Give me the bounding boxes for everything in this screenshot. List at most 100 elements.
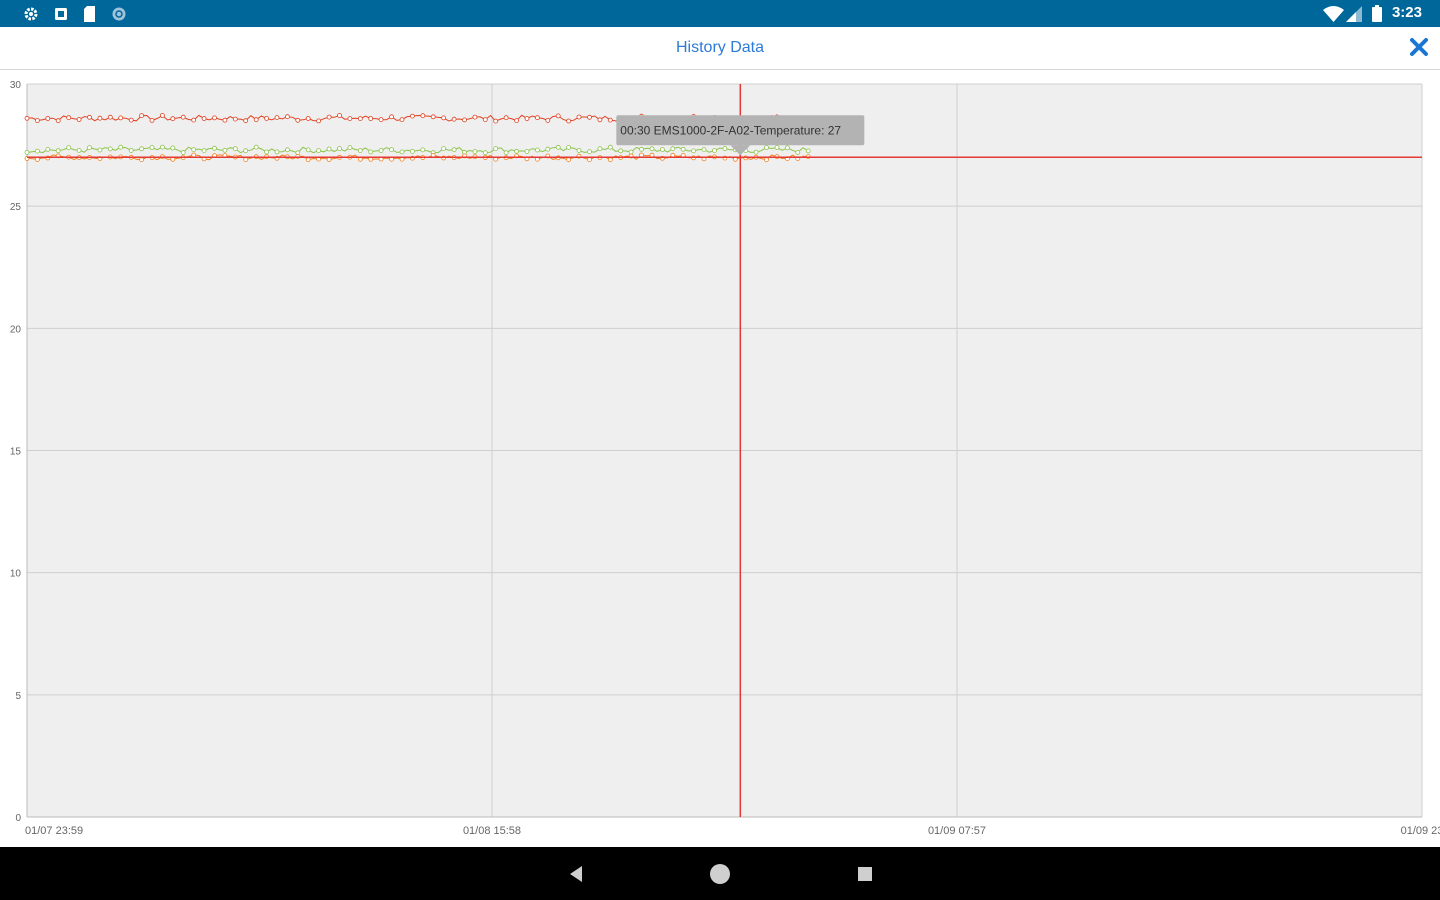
data-point [274,115,280,120]
history-chart[interactable]: 0 5 10 15 20 25 30 01/07 23:59 01/08 15:58 01/09 … [0,70,1440,847]
history-chart-area[interactable]: 0 5 10 15 20 25 30 01/07 23:59 01/08 15:58 01/09 … [0,70,1440,847]
data-point [222,147,228,153]
data-point [45,147,51,152]
data-point [493,118,499,124]
data-point [420,113,426,119]
data-point [45,116,51,121]
data-point [628,149,634,155]
data-point [774,145,780,150]
y-tick-label: 30 [10,80,22,91]
data-point [24,150,30,155]
data-point [493,146,499,151]
page-title: History Data [675,39,765,56]
data-point [420,147,426,153]
data-point [545,146,551,152]
data-point [482,150,488,156]
data-point [660,147,665,152]
data-point [191,117,197,123]
data-point [378,117,384,122]
data-point [170,116,176,122]
x-tick-label: 01/09 23 [1401,825,1440,837]
data-point [212,145,217,151]
data-point [607,144,613,150]
data-point [212,115,217,121]
data-point [337,113,342,118]
data-point [347,116,353,121]
data-point [35,118,40,123]
data-point [35,148,40,154]
data-point [670,146,676,152]
data-point [128,148,134,153]
data-point [243,118,249,124]
settings-icon [22,5,39,22]
data-point [805,148,811,154]
data-point [545,118,551,123]
data-point [576,148,582,153]
y-tick-label: 15 [10,447,22,458]
data-point [597,146,603,152]
data-point [118,115,124,121]
data-point [305,116,311,121]
data-point [139,146,145,152]
x-tick-label: 01/09 07:57 [928,825,986,837]
data-point [503,115,509,121]
data-point [462,117,467,123]
notification-icon [53,5,68,22]
recents-button[interactable] [852,861,878,887]
data-point [159,113,165,118]
data-point [785,145,790,151]
data-point [347,145,353,150]
data-point [232,116,238,122]
data-point [639,152,644,158]
home-button[interactable] [707,861,733,887]
data-point [451,147,457,153]
data-point [409,113,415,119]
data-point [399,117,405,122]
data-point [55,148,61,154]
data-point [66,115,72,121]
data-point [232,146,238,152]
data-point [97,147,103,153]
y-tick-label: 5 [15,691,21,702]
data-point [128,117,134,123]
data-point [264,149,270,155]
data-point [295,117,301,123]
data-point [649,146,655,152]
data-point [753,149,759,155]
data-point [87,114,92,120]
data-point [55,118,61,124]
data-point [66,145,72,150]
data-point [597,117,603,123]
data-point [357,116,363,121]
data-point [149,145,155,150]
x-tick-label: 01/07 23:59 [25,825,83,837]
data-point [368,116,374,121]
data-point [524,149,530,154]
data-point [107,114,113,120]
data-point [514,118,519,123]
data-point [159,144,165,150]
data-point [524,116,530,121]
data-point [555,144,561,150]
back-button[interactable] [563,861,589,887]
data-point [326,114,332,120]
data-point [576,114,582,120]
data-point [305,147,311,153]
data-point [482,117,488,122]
data-point [305,157,311,163]
status-bar: 3:23 [0,0,1440,27]
data-point [316,148,322,153]
data-point [35,157,40,162]
app-bar: History Data [0,27,1440,70]
data-point [399,149,405,155]
data-point [680,146,686,152]
data-point [243,157,249,162]
y-tick-label: 25 [10,202,22,213]
y-tick-label: 0 [15,813,21,824]
data-point [441,146,447,151]
data-point [691,148,696,154]
close-button[interactable] [1408,36,1430,58]
y-tick-label: 20 [10,324,22,335]
data-point [201,116,207,121]
data-point [378,148,384,153]
